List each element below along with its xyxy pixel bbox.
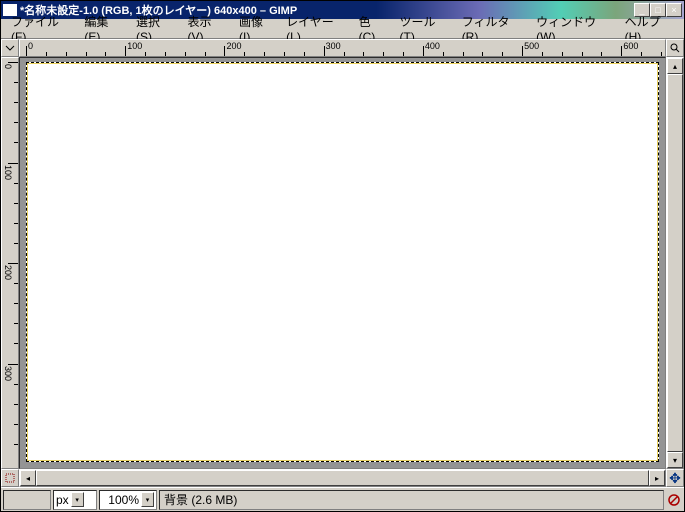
zoom-dropdown-button[interactable]: ▾ — [141, 492, 154, 507]
vertical-scrollbar[interactable]: ▴ ▾ — [666, 57, 684, 469]
navigation-button[interactable]: ✥ — [666, 469, 684, 487]
status-message: 背景 (2.6 MB) — [159, 490, 664, 510]
vertical-ruler[interactable]: 0100200300 — [1, 57, 19, 469]
gimp-window: *名称未設定-1.0 (RGB, 1枚のレイヤー) 640x400 – GIMP… — [0, 0, 685, 512]
zoom-corner[interactable] — [666, 39, 684, 57]
unit-dropdown-button[interactable]: ▾ — [71, 492, 84, 507]
scroll-up-button[interactable]: ▴ — [667, 58, 683, 74]
scroll-down-button[interactable]: ▾ — [667, 452, 683, 468]
canvas[interactable] — [26, 62, 659, 462]
vscroll-thumb[interactable] — [667, 74, 683, 452]
statusbar: px ▾ 100% ▾ 背景 (2.6 MB) — [1, 487, 684, 511]
unit-dropdown[interactable]: px ▾ — [53, 490, 97, 510]
horizontal-ruler[interactable]: 0100200300400500600 — [19, 39, 666, 57]
menubar: ファイル(F) 編集(E) 選択(S) 表示(V) 画像(I) レイヤー(L) … — [1, 19, 684, 39]
zoom-label: 100% — [108, 493, 139, 507]
quickmask-button[interactable] — [1, 469, 19, 487]
canvas-area[interactable] — [19, 57, 666, 469]
horizontal-scrollbar[interactable]: ◂ ▸ — [19, 469, 666, 487]
cancel-button[interactable] — [666, 490, 682, 510]
zoom-dropdown[interactable]: 100% ▾ — [99, 490, 157, 510]
unit-label: px — [56, 493, 69, 507]
quickmask-toggle[interactable] — [1, 39, 19, 57]
scroll-right-button[interactable]: ▸ — [649, 470, 665, 486]
scroll-left-button[interactable]: ◂ — [20, 470, 36, 486]
hscroll-thumb[interactable] — [36, 470, 649, 486]
pointer-position — [3, 490, 51, 510]
